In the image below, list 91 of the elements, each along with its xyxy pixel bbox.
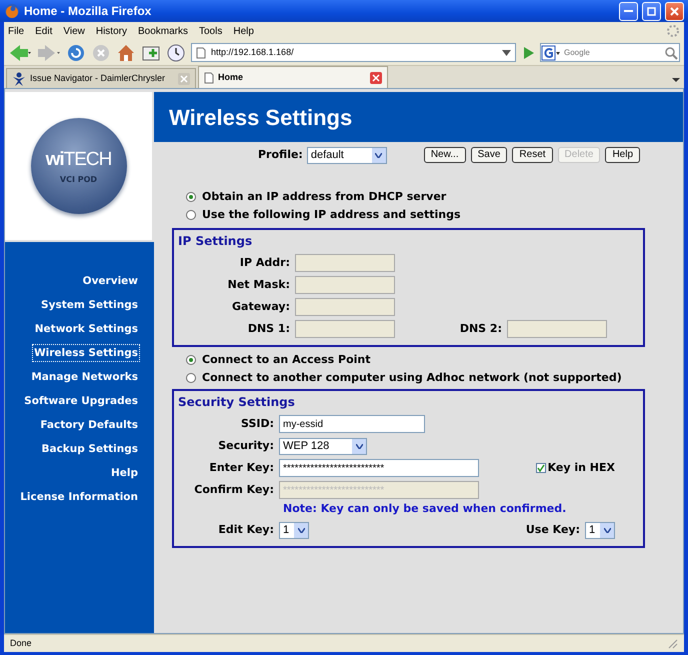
logo-subtitle: VCI POD: [60, 174, 98, 186]
input-field[interactable]: [295, 254, 395, 272]
checkbox-label: Key in HEX: [548, 460, 615, 476]
form-button[interactable]: Save: [470, 147, 508, 163]
profile-select[interactable]: default: [306, 146, 387, 164]
close-button[interactable]: [665, 2, 684, 20]
sidebar-link[interactable]: Network Settings: [32, 320, 140, 338]
caret-icon: [604, 528, 610, 532]
google-icon[interactable]: [541, 44, 561, 60]
radio-label: Obtain an IP address from DHCP server: [202, 188, 446, 205]
field-label: Net Mask:: [226, 276, 290, 293]
status-text: Done: [10, 636, 33, 650]
figure-icon: [12, 72, 26, 86]
radio-label: Use the following IP address and settings: [202, 206, 461, 223]
radio-button[interactable]: [186, 192, 196, 202]
input-field[interactable]: [507, 320, 607, 338]
input-field[interactable]: [295, 276, 395, 294]
menu-item[interactable]: Tools: [199, 24, 222, 38]
checkbox[interactable]: [536, 463, 546, 473]
form-button[interactable]: Reset: [512, 147, 553, 163]
profile-label: Profile:: [258, 146, 303, 163]
input-field[interactable]: my-essid: [279, 415, 425, 433]
browser-tab[interactable]: Issue Navigator - DaimlerChrysler: [6, 68, 196, 88]
dropdown-icon[interactable]: [502, 50, 511, 56]
sidebar-link[interactable]: License Information: [18, 488, 140, 506]
menu-item[interactable]: Help: [233, 24, 254, 38]
minimize-button[interactable]: [619, 2, 638, 20]
input-field[interactable]: [295, 298, 395, 316]
home-icon[interactable]: [116, 42, 136, 62]
caret-icon: [298, 528, 304, 532]
security-select[interactable]: WEP 128: [279, 438, 367, 454]
menu-item[interactable]: Edit: [35, 24, 52, 38]
page-title: Wireless Settings: [154, 92, 683, 142]
page-icon: [204, 72, 214, 84]
close-icon: [670, 6, 679, 16]
key-select[interactable]: 1: [279, 522, 309, 538]
field-label: DNS 1:: [246, 320, 290, 337]
field-label: Gateway:: [231, 298, 290, 315]
field-label: Edit Key:: [217, 522, 274, 538]
reload-icon[interactable]: [66, 42, 86, 62]
browser-tab[interactable]: Home: [198, 66, 388, 88]
resize-grip-icon: [668, 638, 678, 648]
radio-label: Connect to another computer using Adhoc network (not supported): [202, 370, 622, 386]
firefox-icon: [4, 3, 20, 19]
menu-item[interactable]: File: [8, 24, 24, 38]
search-icon[interactable]: [663, 44, 679, 60]
tab-close-icon[interactable]: [370, 72, 382, 84]
panel-title: Security Settings: [178, 394, 296, 411]
sidebar-link[interactable]: Overview: [80, 272, 140, 290]
sidebar-link[interactable]: Factory Defaults: [38, 416, 140, 434]
field-label: DNS 2:: [458, 320, 502, 337]
radio-button[interactable]: [186, 355, 196, 365]
go-icon[interactable]: [521, 46, 535, 60]
field-label: IP Addr:: [238, 254, 290, 271]
maximize-icon: [647, 6, 656, 16]
minimize-icon: [624, 10, 633, 12]
check-icon: [536, 464, 545, 472]
form-button[interactable]: Help: [605, 147, 640, 163]
sidebar-link[interactable]: System Settings: [39, 296, 140, 314]
throbber-icon: [666, 24, 680, 38]
radio-button[interactable]: [186, 373, 196, 383]
history-icon[interactable]: [166, 42, 186, 62]
maximize-button[interactable]: [642, 2, 661, 20]
radio-button[interactable]: [186, 210, 196, 220]
field-label: Confirm Key:: [193, 482, 274, 498]
form-button[interactable]: New...: [424, 147, 466, 163]
field-label: Use Key:: [526, 522, 580, 538]
caret-icon: [356, 444, 362, 448]
search-box[interactable]: Google: [540, 43, 680, 62]
input-field[interactable]: **************************: [279, 459, 479, 477]
sidebar-link[interactable]: Manage Networks: [29, 368, 140, 386]
note-text: Note: Key can only be saved when confirmed.: [282, 501, 568, 517]
menu-item[interactable]: History: [96, 24, 127, 38]
menu-item[interactable]: Bookmarks: [138, 24, 188, 38]
key-select[interactable]: 1: [585, 522, 615, 538]
panel-title: IP Settings: [178, 233, 254, 250]
sidebar-link[interactable]: Backup Settings: [39, 440, 140, 458]
page-icon: [196, 46, 206, 58]
caret-icon: [375, 152, 382, 158]
field-label: Enter Key:: [208, 460, 274, 476]
sidebar-link[interactable]: Help: [108, 464, 140, 482]
field-label: Security:: [217, 438, 274, 454]
input-field[interactable]: [295, 320, 395, 338]
sidebar-link[interactable]: Wireless Settings: [32, 344, 140, 362]
sidebar-link[interactable]: Software Upgrades: [22, 392, 140, 410]
window-title: Home - Mozilla Firefox: [24, 3, 152, 20]
address-field[interactable]: http://192.168.1.168/: [191, 43, 516, 62]
menu-item[interactable]: View: [63, 24, 85, 38]
field-label: SSID:: [240, 416, 274, 432]
logo-text: wiTECH: [46, 148, 112, 172]
radio-label: Connect to an Access Point: [202, 352, 371, 368]
